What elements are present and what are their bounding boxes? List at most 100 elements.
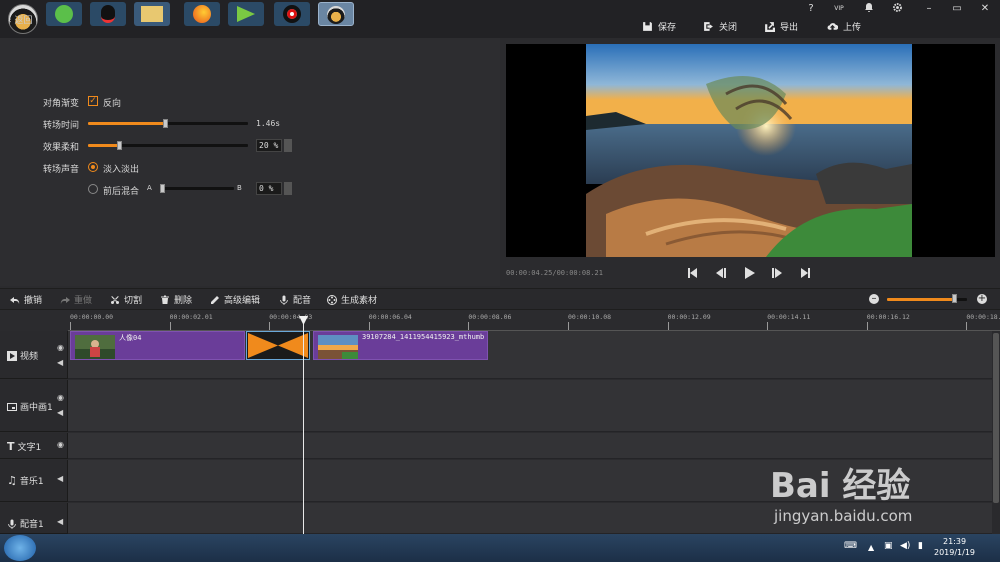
mix-input[interactable]: 0 % [256, 182, 282, 195]
taskbar-app-qq[interactable] [90, 2, 126, 26]
speaker-icon[interactable]: ◀ [57, 358, 63, 367]
volume-icon[interactable]: ◀) [900, 541, 910, 551]
upload-button[interactable]: 上传 [827, 18, 861, 34]
speaker-icon[interactable]: ◀ [57, 474, 63, 483]
minimize-button[interactable]: – [918, 2, 940, 16]
play-button[interactable] [741, 265, 757, 281]
picture-in-picture-icon [7, 402, 17, 411]
taskbar-app-media[interactable] [228, 2, 264, 26]
help-icon[interactable]: ? [800, 2, 822, 16]
cut-button[interactable]: 切割 [110, 293, 142, 306]
zoom-out-icon[interactable]: – [869, 294, 879, 304]
undo-button[interactable]: 撤销 [10, 293, 42, 306]
generate-material-button[interactable]: 生成素材 [327, 293, 377, 306]
save-icon [643, 21, 652, 31]
previous-frame-button[interactable] [712, 265, 728, 281]
microphone-icon [280, 295, 288, 305]
duration-value: 1.46s [256, 119, 281, 128]
eye-icon[interactable]: ◉ [57, 440, 64, 449]
taskbar-app-video-editor[interactable] [318, 2, 354, 26]
eye-icon[interactable]: ◉ [57, 343, 64, 352]
tray-expand-icon[interactable]: ▲ [868, 543, 874, 552]
export-icon [765, 21, 775, 32]
ruler-tick-mark [866, 322, 868, 330]
ruler-tick-label: 00:00:12.09 [667, 313, 711, 321]
gear-icon[interactable] [886, 2, 908, 16]
timeline-zoom-handle[interactable] [952, 294, 957, 303]
mix-slider[interactable] [160, 187, 234, 190]
close-window-button[interactable]: ✕ [974, 2, 996, 16]
duration-label: 转场时间 [43, 121, 80, 131]
softness-label: 效果柔和 [43, 143, 80, 153]
mix-radio[interactable] [88, 184, 98, 194]
delete-button[interactable]: 删除 [160, 293, 192, 306]
ruler-tick-mark [468, 322, 470, 330]
save-button[interactable]: 保存 [642, 18, 676, 34]
baidu-watermark: Bai 经验 jingyan.baidu.com [770, 466, 913, 525]
ruler-tick-label: 00:00:16.12 [866, 313, 910, 321]
start-button[interactable] [4, 535, 36, 561]
pencil-icon [211, 295, 219, 304]
timeline-scrollbar-thumb[interactable] [993, 333, 999, 503]
step-back-icon [716, 268, 726, 278]
speaker-icon[interactable]: ◀ [57, 517, 63, 526]
ruler-tick-label: 00:00:00.00 [70, 313, 114, 321]
play-square-icon [7, 350, 17, 361]
taskbar-app-recorder[interactable] [274, 2, 310, 26]
back-link[interactable]: ‹ 返回 [8, 13, 32, 26]
taskbar-app-explorer[interactable] [134, 2, 170, 26]
transition-block[interactable] [246, 331, 310, 360]
track-header-text[interactable]: T 文字1 ◉ [0, 433, 68, 459]
mix-label: 前后混合 [103, 187, 140, 197]
track-header-pip[interactable]: 画中画1 ◉ ◀ [0, 380, 68, 432]
mix-spinner[interactable] [284, 182, 292, 195]
skip-to-start-button[interactable] [684, 265, 700, 281]
softness-spinner[interactable] [284, 139, 292, 152]
next-frame-button[interactable] [770, 265, 786, 281]
vip-icon[interactable]: VIP [828, 2, 850, 16]
playback-timecode: 00:00:04.25/00:00:08.21 [506, 269, 603, 277]
redo-button[interactable]: 重做 [60, 293, 92, 306]
close-project-button[interactable]: 关闭 [703, 18, 737, 34]
duration-slider-handle[interactable] [163, 119, 168, 128]
speaker-icon[interactable]: ◀ [57, 408, 63, 417]
taskbar-app-browser[interactable] [46, 2, 82, 26]
eye-icon[interactable]: ◉ [57, 393, 64, 402]
duration-slider-fill [88, 122, 166, 125]
ruler-tick-mark [767, 322, 769, 330]
softness-input[interactable]: 20 % [256, 139, 282, 152]
zoom-in-icon[interactable]: + [977, 294, 987, 304]
mix-b-label: B [237, 184, 242, 192]
restore-button[interactable]: ▭ [946, 2, 968, 16]
signal-icon[interactable]: ▮ [918, 541, 923, 551]
track-lane-pip[interactable] [68, 380, 992, 432]
advanced-edit-button[interactable]: 高级编辑 [210, 293, 260, 306]
video-clip-1[interactable]: 人像04 [70, 331, 245, 360]
audio-label: 转场声音 [43, 165, 80, 175]
video-clip-2[interactable]: 39107284_1411954415923_mthumb [313, 331, 488, 360]
track-header-dub[interactable]: 配音1 ◀ [0, 503, 68, 534]
playhead[interactable] [303, 318, 304, 534]
dub-button[interactable]: 配音 [279, 293, 311, 306]
redo-icon [60, 296, 70, 304]
fade-radio[interactable] [88, 162, 98, 172]
bell-icon[interactable] [858, 2, 880, 16]
track-header-music[interactable]: ♫ 音乐1 ◀ [0, 460, 68, 502]
taskbar-app-firefox[interactable] [184, 2, 220, 26]
ruler-tick-mark [568, 322, 569, 330]
reverse-checkbox[interactable]: ✓ [88, 96, 98, 106]
ruler-tick-mark [169, 322, 171, 330]
track-lane-text[interactable] [68, 433, 992, 459]
softness-slider-handle[interactable] [117, 141, 122, 150]
ruler-tick-mark [70, 322, 71, 330]
export-button[interactable]: 导出 [764, 18, 798, 34]
mix-slider-handle[interactable] [160, 184, 165, 193]
skip-to-end-button[interactable] [798, 265, 814, 281]
ruler-tick-label: 00:00:08.06 [468, 313, 512, 321]
track-header-video[interactable]: 视频 ◉ ◀ [0, 331, 68, 379]
system-clock[interactable]: 21:39 2019/1/19 [934, 536, 975, 558]
film-reel-icon [327, 294, 337, 305]
network-icon[interactable]: ▣ [884, 541, 893, 551]
preview-frame-image [586, 44, 912, 257]
keyboard-icon[interactable]: ⌨ [844, 541, 857, 551]
